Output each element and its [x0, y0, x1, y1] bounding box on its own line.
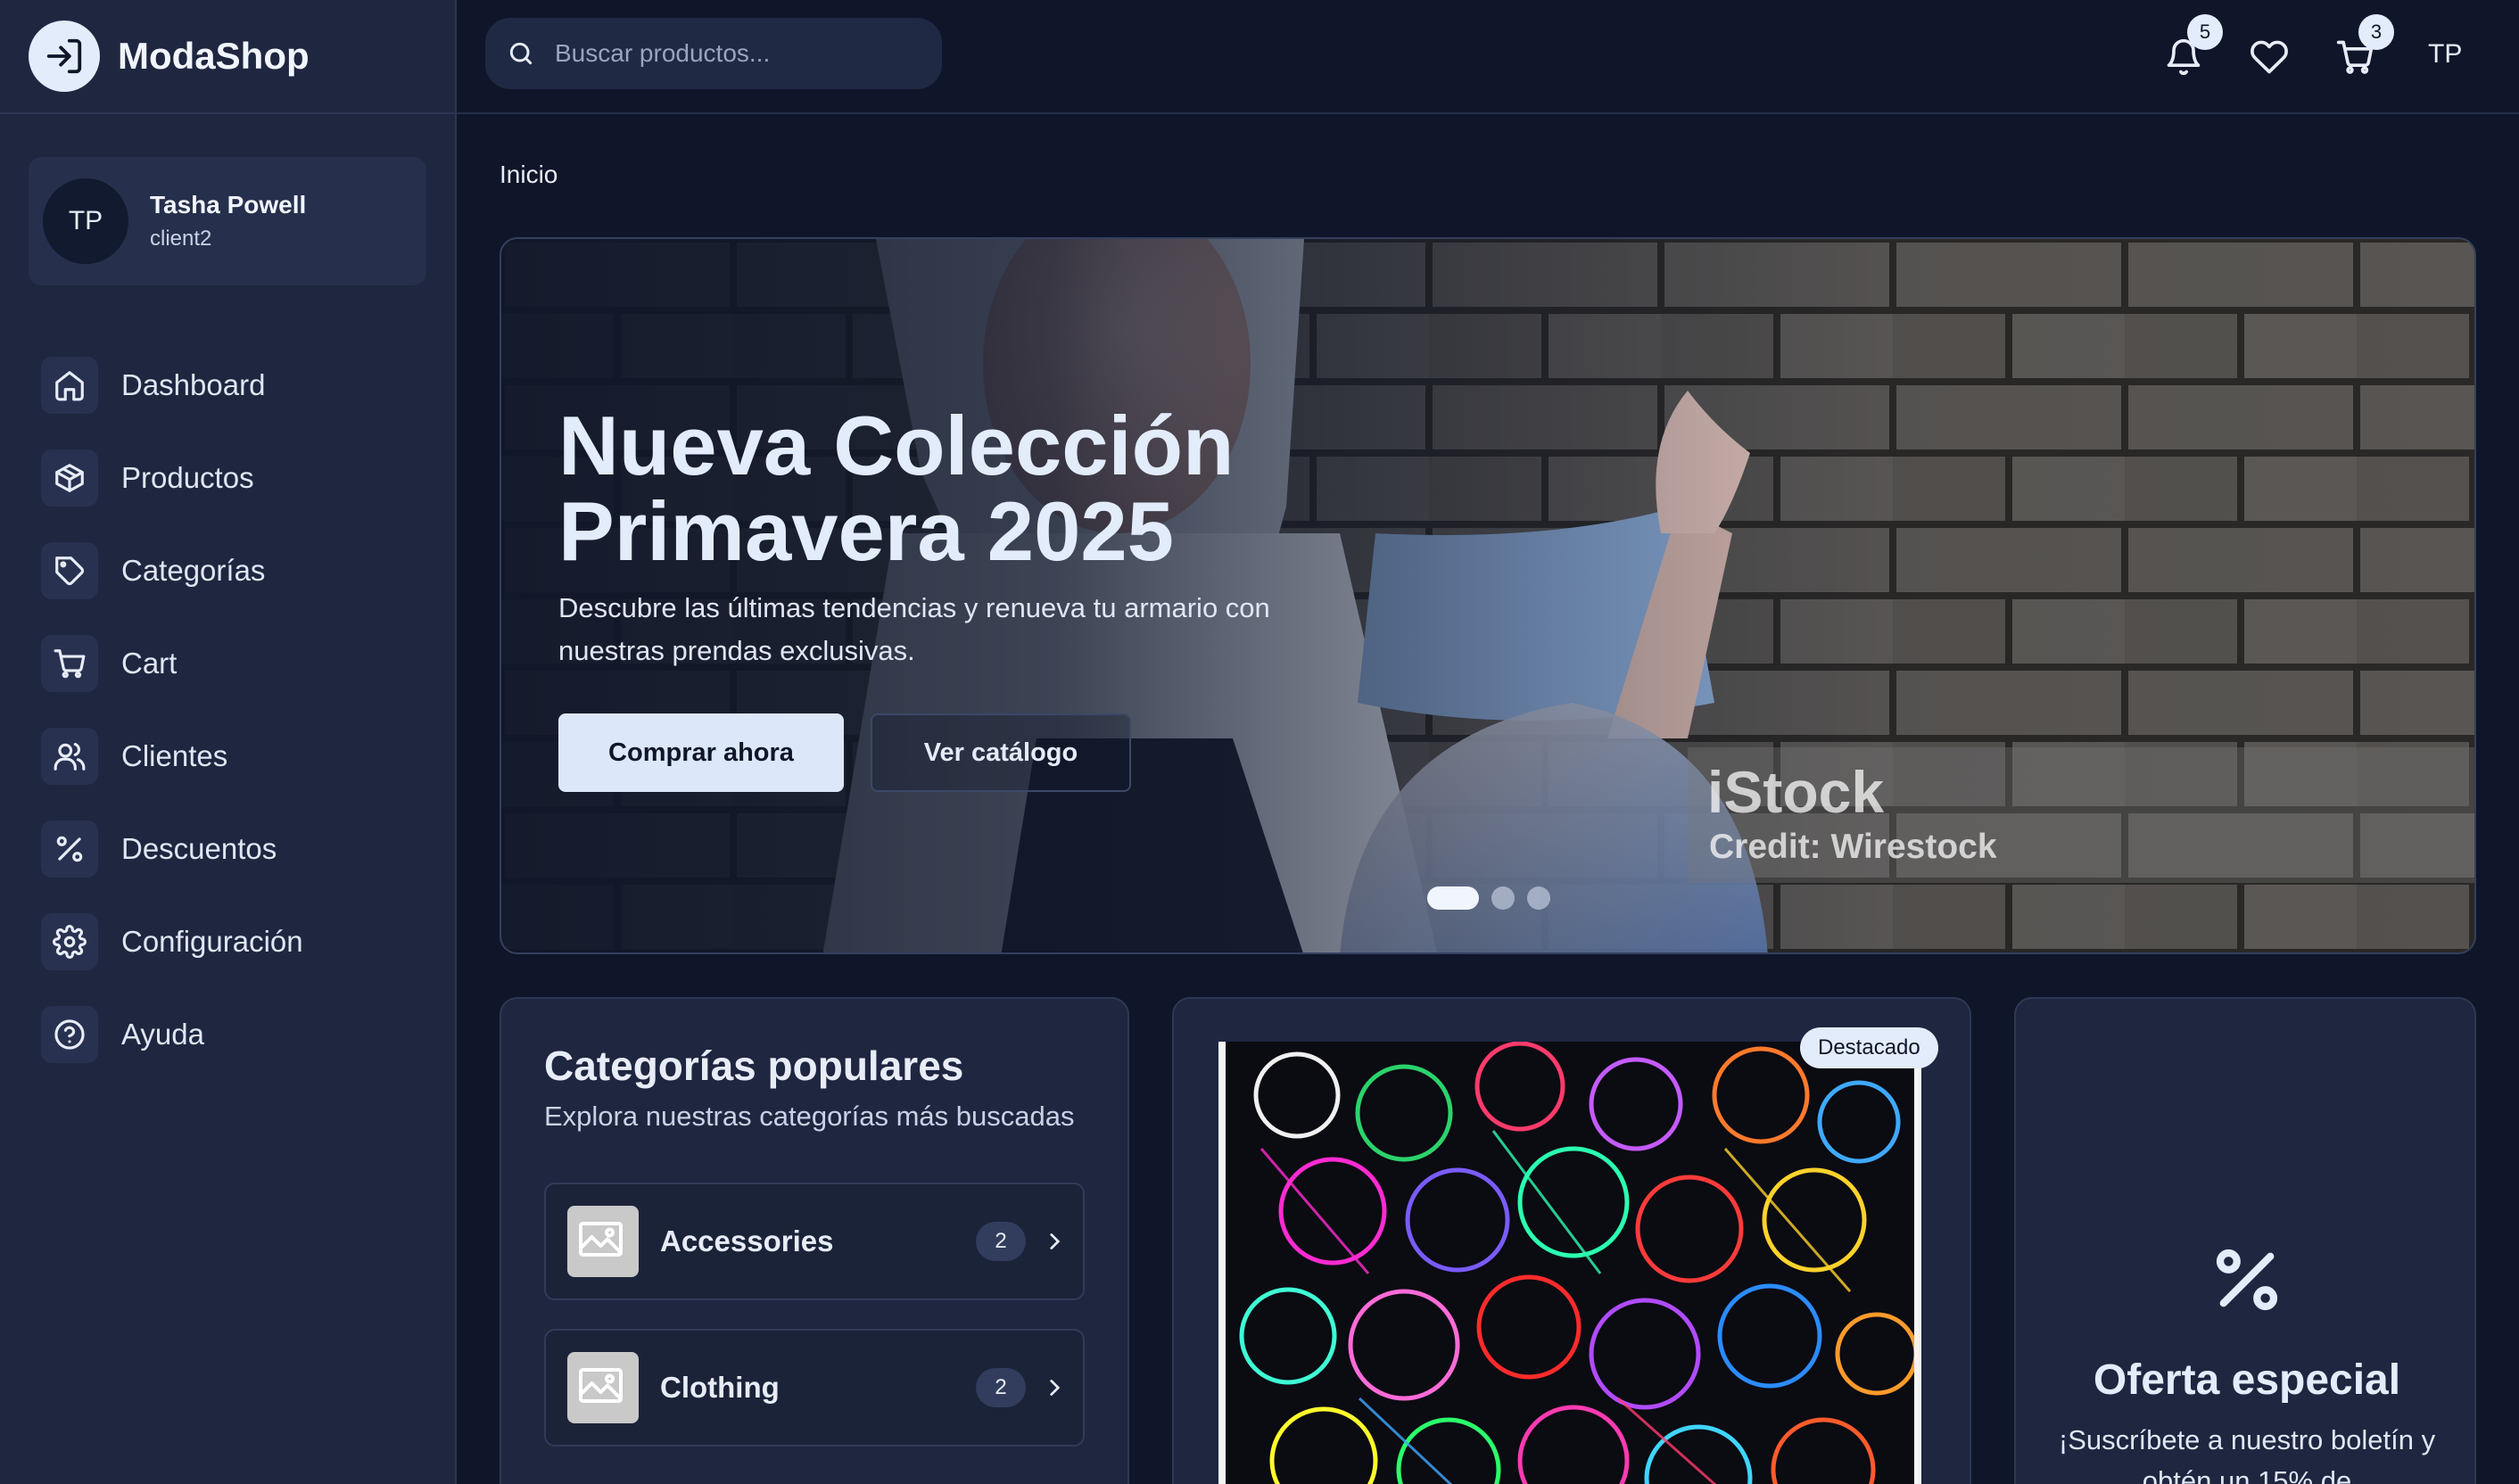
watermark-logo: iStock: [1707, 759, 1885, 825]
categories-subtitle: Explora nuestras categorías más buscadas: [544, 1101, 1075, 1132]
avatar: TP: [43, 178, 128, 264]
sidebar-item-ayuda[interactable]: Ayuda: [41, 988, 416, 1081]
brand[interactable]: ModaShop: [0, 0, 455, 114]
special-offer-card: Oferta especial ¡Suscríbete a nuestro bo…: [2014, 997, 2476, 1484]
sidebar-item-clientes[interactable]: Clientes: [41, 710, 416, 803]
sidebar-item-label: Dashboard: [121, 368, 266, 401]
featured-product-card[interactable]: Destacado: [1172, 997, 1971, 1484]
brand-name: ModaShop: [118, 35, 310, 77]
gear-icon: [41, 913, 98, 970]
tag-icon: [41, 542, 98, 599]
hero-subtitle: Descubre las últimas tendencias y renuev…: [558, 592, 1270, 666]
sidebar-item-label: Cart: [121, 647, 178, 680]
offer-title: Oferta especial: [2093, 1356, 2401, 1404]
image-placeholder-icon: [567, 1206, 639, 1277]
sidebar-item-cart[interactable]: Cart: [41, 617, 416, 710]
sidebar-item-label: Clientes: [121, 739, 228, 772]
sidebar-item-label: Ayuda: [121, 1018, 204, 1051]
help-icon: [41, 1006, 98, 1063]
chevron-right-icon: [1026, 1376, 1083, 1399]
box-icon: [41, 449, 98, 507]
category-label: Clothing: [660, 1371, 780, 1404]
hero-title: Nueva Colección Primavera 2025: [558, 399, 1235, 578]
carousel-indicators: [1427, 886, 1550, 910]
login-logo-icon: [29, 21, 100, 92]
sidebar-item-label: Categorías: [121, 554, 266, 587]
hero-banner: iStock Credit: Wirestock Nueva Colección…: [500, 237, 2476, 954]
chevron-right-icon: [1026, 1230, 1083, 1253]
popular-categories-card: Categorías populares Explora nuestras ca…: [500, 997, 1129, 1484]
carousel-dot-3[interactable]: [1527, 886, 1550, 910]
category-item-accessories[interactable]: Accessories 2: [544, 1183, 1085, 1300]
featured-product-image[interactable]: [1218, 1042, 1921, 1484]
carousel-dot-2[interactable]: [1491, 886, 1515, 910]
sidebar-item-productos[interactable]: Productos: [41, 432, 416, 524]
sidebar-nav: Dashboard Productos Categorías Cart Clie…: [41, 339, 416, 1081]
category-item-clothing[interactable]: Clothing 2: [544, 1329, 1085, 1447]
category-count-badge: 2: [976, 1222, 1026, 1261]
cart-button[interactable]: 3: [2330, 14, 2394, 82]
sidebar-item-dashboard[interactable]: Dashboard: [41, 339, 416, 432]
sidebar: ModaShop TP Tasha Powell client2 Dashboa…: [0, 0, 457, 1484]
sidebar-item-label: Descuentos: [121, 832, 277, 865]
sidebar-item-configuracion[interactable]: Configuración: [41, 895, 416, 988]
user-info: Tasha Powell client2: [150, 191, 306, 251]
user-name: Tasha Powell: [150, 191, 307, 218]
home-icon: [41, 357, 98, 414]
category-label: Accessories: [660, 1224, 834, 1257]
heart-icon: [2251, 40, 2288, 74]
image-placeholder-icon: [567, 1352, 639, 1423]
breadcrumb[interactable]: Inicio: [500, 161, 557, 189]
users-icon: [41, 728, 98, 785]
percent-icon: [2207, 1240, 2287, 1324]
category-count-badge: 2: [976, 1368, 1026, 1407]
featured-badge: Destacado: [1800, 1027, 1938, 1068]
percent-icon: [41, 820, 98, 878]
sidebar-item-descuentos[interactable]: Descuentos: [41, 803, 416, 895]
sidebar-item-label: Configuración: [121, 925, 303, 958]
user-role: client2: [150, 227, 212, 251]
cart-badge: 3: [2358, 14, 2394, 50]
cart-icon: [41, 635, 98, 692]
offer-text: ¡Suscríbete a nuestro boletín y obtén un…: [2058, 1424, 2436, 1484]
user-menu-avatar[interactable]: TP: [2428, 39, 2462, 70]
shop-now-button[interactable]: Comprar ahora: [558, 713, 844, 792]
search-icon: [509, 42, 533, 65]
user-card[interactable]: TP Tasha Powell client2: [29, 157, 426, 285]
carousel-dot-1[interactable]: [1427, 886, 1479, 910]
categories-title: Categorías populares: [544, 1043, 964, 1089]
notifications-button[interactable]: 5: [2159, 14, 2223, 82]
sidebar-item-categorias[interactable]: Categorías: [41, 524, 416, 617]
search-input[interactable]: [555, 39, 912, 68]
sidebar-item-label: Productos: [121, 461, 254, 494]
watermark-credit: Credit: Wirestock: [1709, 828, 1997, 866]
notifications-badge: 5: [2187, 14, 2223, 50]
view-catalog-button[interactable]: Ver catálogo: [871, 713, 1131, 792]
wishlist-button[interactable]: [2244, 32, 2294, 82]
search-box[interactable]: [485, 18, 942, 89]
